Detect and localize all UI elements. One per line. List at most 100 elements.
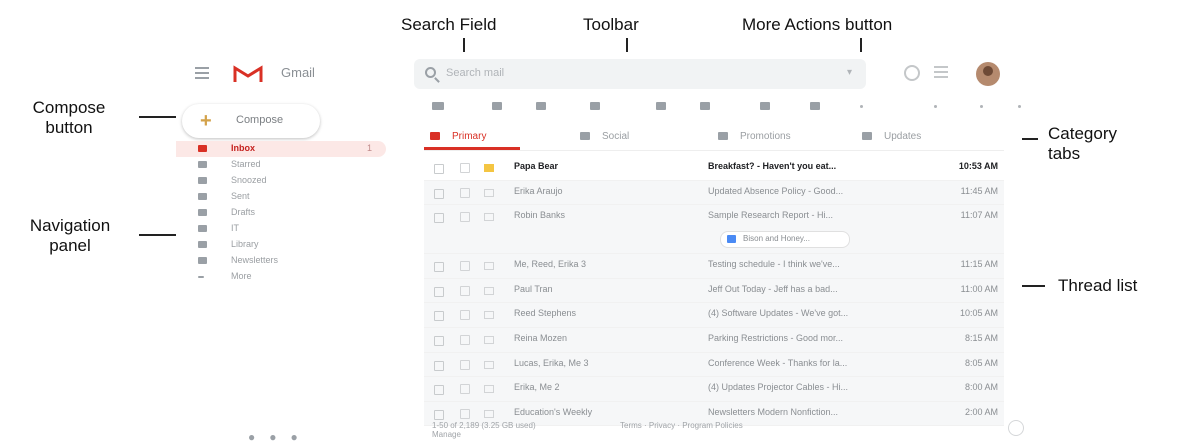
search-icon[interactable] [425,67,436,78]
nav-item-it[interactable]: IT [176,221,398,237]
important-icon[interactable] [484,385,494,394]
star-icon[interactable] [460,285,470,296]
important-icon[interactable] [484,262,494,271]
apps-icon[interactable] [934,66,948,78]
callout-thread-list: Thread list [1058,276,1138,295]
important-icon[interactable] [484,286,494,295]
tab-promotions[interactable]: Promotions [712,122,822,149]
important-icon[interactable] [484,188,494,197]
star-icon[interactable] [460,187,470,198]
compose-button[interactable]: + Compose [182,104,320,138]
more-actions-icon[interactable] [860,105,863,108]
nav-item-starred[interactable]: Starred [176,157,398,173]
important-icon[interactable] [484,164,494,172]
table-row[interactable]: Robin Banks Sample Research Report - Hi.… [424,205,1004,255]
row-checkbox[interactable] [434,311,444,322]
move-to-icon[interactable] [760,102,770,110]
table-row[interactable]: Erika, Me 2 (4) Updates Projector Cables… [424,377,1004,402]
row-checkbox[interactable] [434,164,444,174]
table-row[interactable]: Lucas, Erika, Me 3 Conference Week - Tha… [424,352,1004,378]
row-checkbox[interactable] [434,385,444,396]
report-spam-icon[interactable] [536,102,546,110]
attachment-chip[interactable]: Bison and Honey... [720,231,850,249]
delete-icon[interactable] [590,102,600,110]
settings-icon[interactable] [1018,105,1021,108]
callout-navigation: Navigation panel [2,216,138,256]
row-checkbox[interactable] [434,286,444,297]
callout-compose: Compose button [14,98,124,138]
tab-primary[interactable]: Primary [424,122,520,150]
row-checkbox[interactable] [434,360,444,371]
info-icon [862,132,872,140]
nav-label: Sent [231,191,250,201]
row-checkbox[interactable] [434,188,444,199]
mark-read-icon[interactable] [656,102,666,110]
main-menu-icon[interactable] [195,67,209,79]
nav-item-library[interactable]: Library [176,237,398,253]
person-icon[interactable]: ● [248,430,269,444]
phone-icon[interactable]: ● [291,430,312,444]
tab-label: Primary [452,131,487,142]
important-icon[interactable] [484,213,494,222]
footer-links[interactable]: Terms · Privacy · Program Policies [620,421,743,430]
row-checkbox[interactable] [434,213,444,224]
important-icon[interactable] [484,409,494,418]
tab-label: Promotions [740,131,791,142]
archive-icon[interactable] [492,102,502,110]
star-icon[interactable] [460,212,470,223]
table-row[interactable]: Me, Reed, Erika 3 Testing schedule - I t… [424,254,1004,279]
label-icon [198,257,207,264]
snooze-icon[interactable] [700,102,710,110]
table-row[interactable]: Erika Araujo Updated Absence Policy - Go… [424,180,1004,206]
support-icon[interactable] [904,65,920,81]
table-row[interactable]: Reina Mozen Parking Restrictions - Good … [424,327,1004,353]
document-icon [727,235,736,244]
select-all-checkbox-icon[interactable] [432,102,444,110]
details-icon[interactable] [1008,420,1024,436]
thread-subject: Testing schedule - I think we've... [708,259,840,270]
star-icon[interactable] [460,334,470,345]
row-checkbox[interactable] [434,262,444,273]
tag-icon [718,132,728,140]
table-row[interactable]: Paul Tran Jeff Out Today - Jeff has a ba… [424,278,1004,304]
nav-item-newsletters[interactable]: Newsletters [176,253,398,269]
star-icon[interactable] [460,359,470,370]
search-field[interactable]: Search mail ▾ [414,59,866,89]
chat-icon[interactable]: ● [269,430,290,444]
star-icon[interactable] [460,310,470,321]
important-icon[interactable] [484,360,494,369]
star-icon[interactable] [460,163,470,173]
label-icon[interactable] [810,102,820,110]
search-options-icon[interactable]: ▾ [847,67,852,78]
table-row[interactable]: Papa Bear Breakfast? - Haven't you eat..… [424,156,1004,181]
callout-navigation-line2: panel [49,236,91,255]
gmail-logo-icon[interactable] [233,65,263,83]
nav-count: 1 [366,143,372,153]
star-icon[interactable] [460,408,470,419]
nav-item-sent[interactable]: Sent [176,189,398,205]
callout-category-line1: Category [1048,124,1117,143]
app-name: Gmail [281,65,315,80]
important-icon[interactable] [484,335,494,344]
tab-updates[interactable]: Updates [856,122,966,149]
prev-page-icon[interactable] [934,105,937,108]
row-checkbox[interactable] [434,409,444,420]
nav-item-drafts[interactable]: Drafts [176,205,398,221]
thread-subject: Jeff Out Today - Jeff has a bad... [708,283,838,294]
next-page-icon[interactable] [980,105,983,108]
tab-social[interactable]: Social [574,122,670,149]
important-icon[interactable] [484,311,494,320]
star-icon[interactable] [460,261,470,272]
nav-item-more[interactable]: More [176,269,398,285]
nav-item-snoozed[interactable]: Snoozed [176,173,398,189]
thread-sender: Paul Tran [514,283,553,294]
nav-label: Newsletters [231,255,279,265]
nav-item-inbox[interactable]: Inbox 1 [176,141,386,157]
thread-time: 11:07 AM [960,210,998,221]
hangouts-toolbar[interactable]: ●●● [248,430,312,444]
table-row[interactable]: Reed Stephens (4) Software Updates - We'… [424,303,1004,328]
people-icon [580,132,590,140]
avatar[interactable] [976,62,1000,86]
star-icon[interactable] [460,384,470,395]
row-checkbox[interactable] [434,335,444,346]
